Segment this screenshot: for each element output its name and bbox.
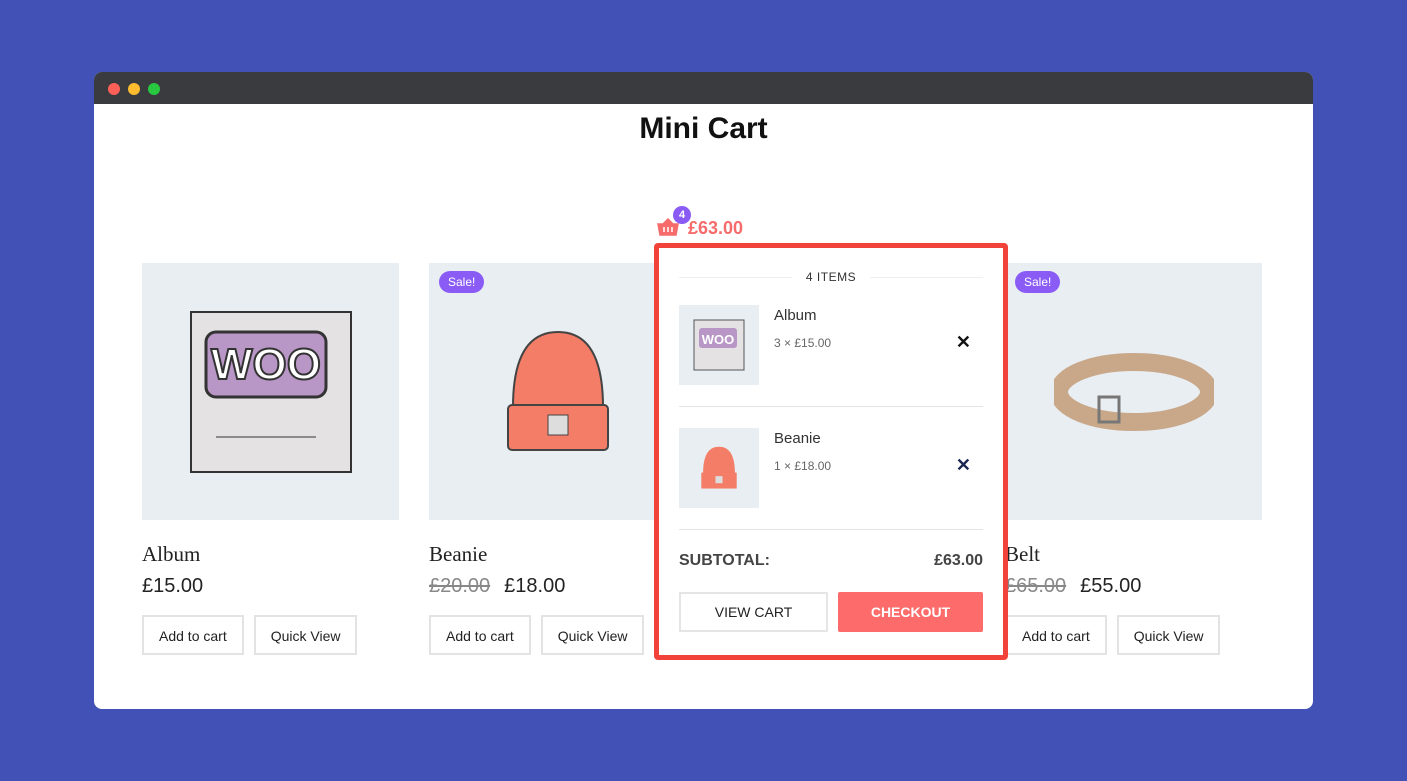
remove-item-icon[interactable]: ✕ [956, 455, 971, 476]
cart-item-thumbnail[interactable] [679, 428, 759, 508]
product-name[interactable]: Belt [1005, 542, 1262, 567]
remove-item-icon[interactable]: ✕ [956, 332, 971, 353]
belt-image [1053, 352, 1214, 431]
beanie-image [506, 330, 609, 451]
product-card: Sale! Beanie £20.00 £18.00 Add to cart Qui… [429, 263, 686, 655]
product-image-beanie[interactable]: Sale! [429, 263, 686, 520]
product-price: £65.00 £55.00 [1005, 575, 1142, 597]
product-name[interactable]: Beanie [429, 542, 686, 567]
cart-item-quantity: 1 × £18.00 [774, 459, 832, 473]
items-count-label: 4 ITEMS [805, 270, 857, 284]
cart-item-name[interactable]: Album [774, 307, 831, 324]
add-to-cart-button[interactable]: Add to cart [142, 615, 244, 655]
maximize-window-button[interactable] [148, 83, 160, 95]
title-bar [94, 72, 1313, 104]
product-price: £20.00 £18.00 [429, 575, 566, 597]
quick-view-button[interactable]: Quick View [1116, 615, 1221, 655]
product-price: £15.00 [142, 575, 204, 597]
old-price: £20.00 [429, 575, 491, 597]
product-name[interactable]: Album [142, 542, 399, 567]
album-image: WOO [189, 310, 352, 473]
close-window-button[interactable] [108, 83, 120, 95]
product-card: Sale! Belt £65.00 £55.00 Add to cart Quick… [1005, 263, 1262, 655]
page-title: Mini Cart [639, 112, 768, 145]
sale-badge: Sale! [1015, 271, 1061, 293]
cart-item: WOO Album 3 × £15.00 ✕ [679, 284, 983, 407]
quick-view-button[interactable]: Quick View [540, 615, 645, 655]
cart-item-thumbnail[interactable]: WOO [679, 305, 759, 385]
old-price: £65.00 [1005, 575, 1067, 597]
cart-item-quantity: 3 × £15.00 [774, 336, 832, 350]
add-to-cart-button[interactable]: Add to cart [1005, 615, 1107, 655]
browser-window: Mini Cart 4 £63.00 WOO Album £15.00 Add … [94, 72, 1313, 709]
mini-cart-dropdown: 4 ITEMS WOO Album 3 × £15.00 ✕ Beanie 1 × … [654, 243, 1008, 660]
checkout-button[interactable]: CHECKOUT [838, 592, 983, 632]
sale-badge: Sale! [439, 271, 485, 293]
subtotal-value: £63.00 [934, 552, 983, 569]
view-cart-button[interactable]: VIEW CART [679, 592, 828, 632]
subtotal-label: SUBTOTAL: [679, 552, 770, 569]
cart-item: Beanie 1 × £18.00 ✕ [679, 407, 983, 530]
add-to-cart-button[interactable]: Add to cart [429, 615, 531, 655]
svg-text:WOO: WOO [702, 332, 735, 347]
cart-item-name[interactable]: Beanie [774, 430, 831, 447]
minimize-window-button[interactable] [128, 83, 140, 95]
product-image-album[interactable]: WOO [142, 263, 399, 520]
product-image-belt[interactable]: Sale! [1005, 263, 1262, 520]
product-card: WOO Album £15.00 Add to cart Quick View [142, 263, 399, 655]
quick-view-button[interactable]: Quick View [253, 615, 358, 655]
cart-total[interactable]: £63.00 [688, 218, 743, 239]
svg-text:WOO: WOO [211, 340, 321, 389]
